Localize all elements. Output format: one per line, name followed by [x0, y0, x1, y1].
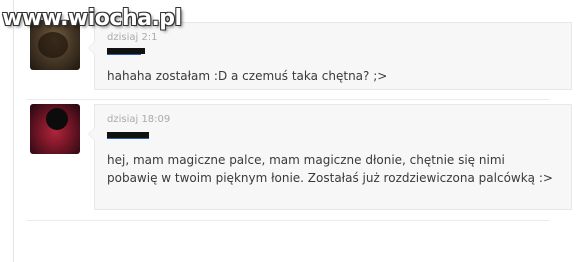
comment-text: hahaha zostałam :D a czemuś taka chętna?…	[107, 69, 388, 83]
bubble-pointer	[88, 127, 95, 141]
left-border-rule	[13, 0, 14, 262]
comment-separator	[26, 99, 550, 100]
site-watermark: www.wiocha.pl	[2, 6, 182, 31]
bubble-pointer	[88, 41, 95, 55]
comment-separator	[26, 220, 550, 221]
avatar-shadow	[38, 32, 68, 58]
comment-timestamp: dzisiaj 2:1	[107, 32, 158, 43]
comment-timestamp: dzisiaj 18:09	[107, 114, 171, 125]
comment-text: hej, mam magiczne palce, mam magiczne dł…	[107, 153, 553, 185]
avatar-face-redacted	[46, 108, 68, 130]
author-name-redacted[interactable]	[107, 48, 145, 54]
comment-bubble: dzisiaj 18:09 hej, mam magiczne palce, m…	[88, 104, 572, 210]
comment-bubble: dzisiaj 2:1 hahaha zostałam :D a czemuś …	[88, 22, 572, 90]
avatar[interactable]	[30, 104, 80, 154]
author-name-redacted[interactable]	[107, 132, 149, 138]
